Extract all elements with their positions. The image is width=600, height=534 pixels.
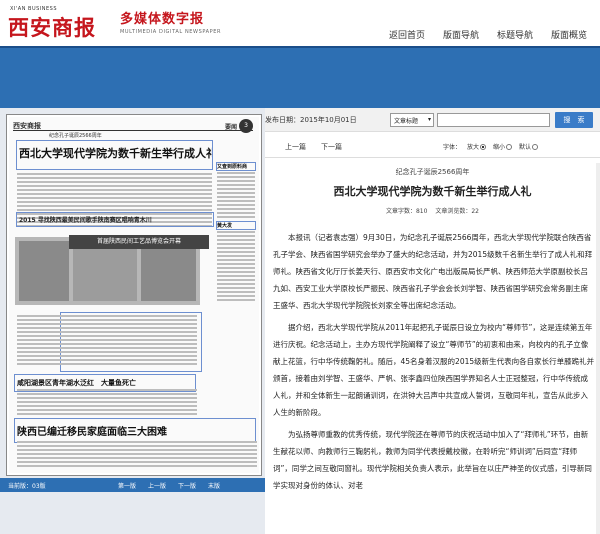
radio-icon	[532, 144, 539, 150]
page-area-headline-lower[interactable]: 陕西已编迁移民家庭面临三大困难	[14, 418, 256, 443]
nav-page-overview[interactable]: 版面概览	[542, 28, 596, 41]
page-side-column: 又查到原料商 黄大发	[216, 159, 256, 409]
banner-stripe	[0, 46, 600, 48]
page-view-panel: 西安商报 要闻 3 纪念孔子诞辰2566周年 西北大学现代学院为数千新生举行成人…	[0, 108, 265, 534]
article-subhead: 纪念孔子诞辰2566周年	[395, 168, 470, 176]
word-count: 文章字数：810	[385, 208, 428, 215]
article-paragraph: 据介绍，西北大学现代学院从2011年起把孔子诞辰日设立为校内“尊师节”，这是连续…	[273, 323, 595, 417]
article-content: 纪念孔子诞辰2566周年 西北大学现代学院为数千新生举行成人礼 文章字数：810…	[265, 163, 600, 534]
article-title: 西北大学现代学院为数千新生举行成人礼	[333, 185, 532, 198]
side-headline[interactable]: 黄大发	[216, 221, 256, 230]
nav-home[interactable]: 返回首页	[380, 28, 434, 41]
photo	[19, 241, 69, 301]
brand-english: MULTIMEDIA DIGITAL NEWSPAPER	[120, 29, 222, 35]
logo-chinese: 西安商报	[8, 15, 96, 40]
header-banner	[0, 46, 600, 108]
next-article-link[interactable]: 下一篇	[321, 142, 342, 152]
site-logo[interactable]: XI'AN BUSINESS 西安商报	[4, 2, 100, 42]
radio-icon	[480, 144, 487, 150]
newspaper-page: 西安商报 要闻 3 纪念孔子诞辰2566周年 西北大学现代学院为数千新生举行成人…	[9, 117, 259, 473]
search-field-select[interactable]: 文章标题 ▾	[390, 113, 434, 127]
page-ad-banner: 首届陕西民间工艺品博览会开幕	[69, 235, 209, 249]
prev-page-link[interactable]: 上一版	[148, 481, 166, 490]
article-navigation: 上一篇 下一篇 字体： 放大 缩小 默认	[265, 136, 600, 158]
first-page-link[interactable]: 第一版	[118, 481, 136, 490]
search-toolbar: 发布日期：2015年10月01日 文章标题 ▾ 搜 索	[265, 108, 600, 132]
font-enlarge-label: 放大	[467, 144, 480, 151]
view-count: 文章浏览数：22	[435, 208, 479, 215]
chevron-down-icon: ▾	[427, 116, 431, 123]
newspaper-page-image[interactable]: 西安商报 要闻 3 纪念孔子诞辰2566周年 西北大学现代学院为数千新生举行成人…	[6, 114, 262, 476]
article-scrollbar[interactable]	[596, 163, 600, 534]
side-headline[interactable]: 又查到原料商	[216, 162, 256, 171]
photo	[141, 241, 196, 301]
page-area-main-headline[interactable]: 西北大学现代学院为数千新生举行成人礼	[16, 140, 213, 170]
article-panel: 发布日期：2015年10月01日 文章标题 ▾ 搜 索 上一篇 下一篇 字体： …	[265, 108, 600, 534]
search-field-value: 文章标题	[394, 118, 419, 125]
font-size-label: 字体：	[443, 144, 462, 151]
nav-title-navigation[interactable]: 标题导航	[488, 28, 542, 41]
font-shrink-option[interactable]: 缩小	[493, 142, 513, 151]
page-kicker: 纪念孔子诞辰2566周年	[49, 133, 102, 139]
body-text-lines	[217, 231, 255, 301]
body-text-lines	[17, 315, 197, 367]
brand-chinese: 多媒体数字报	[120, 12, 205, 27]
font-default-option[interactable]: 默认	[519, 142, 539, 151]
search-input[interactable]	[437, 113, 550, 127]
site-header: XI'AN BUSINESS 西安商报 多媒体数字报 MULTIMEDIA DI…	[0, 0, 600, 46]
nav-page-navigation[interactable]: 版面导航	[434, 28, 488, 41]
page-area-headline-2015[interactable]: 2015 寻找陕西最美民间歌手陕南赛区唱响青木川	[16, 212, 214, 227]
body-text-lines	[217, 172, 255, 218]
font-enlarge-option[interactable]: 放大	[467, 142, 487, 151]
article-paragraph: 本报讯（记者袁志强）9月30日，为纪念孔子诞辰2566周年，西北大学现代学院联合…	[273, 233, 593, 310]
radio-icon	[506, 144, 513, 150]
top-nav: 返回首页 版面导航 标题导航 版面概览	[380, 28, 596, 41]
publish-date: 发布日期：2015年10月01日	[265, 116, 357, 124]
photo	[73, 241, 137, 301]
body-text-lines	[17, 389, 197, 417]
font-shrink-label: 缩小	[493, 144, 506, 151]
brand-title: 多媒体数字报 MULTIMEDIA DIGITAL NEWSPAPER	[120, 8, 221, 35]
prev-article-link[interactable]: 上一篇	[285, 142, 306, 152]
next-page-link[interactable]: 下一版	[178, 481, 196, 490]
last-page-link[interactable]: 末版	[208, 481, 220, 490]
current-page-label: 当前版：03版	[8, 482, 46, 490]
body-text-lines	[17, 441, 257, 469]
article-meta: 文章字数：810 文章浏览数：22	[265, 206, 600, 215]
masthead-rule	[13, 130, 253, 131]
font-default-label: 默认	[519, 144, 532, 151]
article-paragraph: 为弘扬尊师重教的优秀传统，现代学院还在尊师节的庆祝活动中加入了“拜师礼”环节，由…	[273, 430, 592, 490]
article-body: 本报讯（记者袁志强）9月30日，为纪念孔子诞辰2566周年，西北大学现代学院联合…	[273, 229, 595, 499]
page-pager: 当前版：03版 第一版 上一版 下一版 末版	[0, 478, 265, 492]
search-button[interactable]: 搜 索	[555, 112, 593, 128]
